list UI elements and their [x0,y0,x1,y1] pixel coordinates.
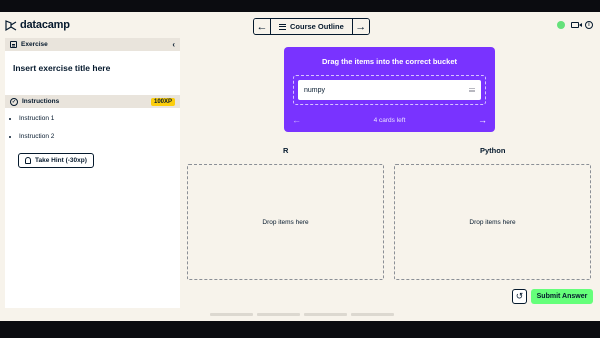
progress-segment [257,313,300,316]
bucket-r-dropzone[interactable]: Drop items here [187,164,384,280]
instruction-item: Instruction 2 [19,133,174,141]
dropzone-placeholder: Drop items here [469,218,516,226]
bottom-frame [0,321,600,338]
progress-segment [304,313,347,316]
cards-left-counter: 4 cards left [373,116,406,124]
bucket-label-r: R [283,146,289,155]
card-slot: numpy [293,75,486,105]
app-window: datacamp ← Course Outline → i Exercise ‹ [0,12,600,321]
arrow-left-icon: ← [256,20,268,33]
submit-answer-button[interactable]: Submit Answer [531,289,593,304]
logo[interactable]: datacamp [5,19,70,32]
xp-badge: 100XP [150,97,175,106]
lightbulb-icon [25,156,31,164]
hint-label: Take Hint (-30xp) [35,156,87,164]
top-header: datacamp ← Course Outline → i [0,12,600,40]
instructions-header: ✓ Instructions 100XP [5,95,180,108]
take-hint-button[interactable]: Take Hint (-30xp) [18,152,94,168]
exercise-label: Exercise [21,41,48,48]
exercise-title: Insert exercise title here [13,63,111,73]
check-circle-icon: ✓ [10,97,18,106]
video-icon[interactable] [571,22,582,28]
card-tray: Drag the items into the correct bucket n… [284,47,495,132]
instructions-label: Instructions [22,98,60,105]
logo-text: datacamp [20,19,70,31]
bucket-label-python: Python [480,146,506,155]
next-exercise-button[interactable]: → [351,19,369,34]
exercise-sidebar: Exercise ‹ Insert exercise title here ✓ … [5,38,180,308]
chevron-left-icon[interactable]: ‹ [172,40,175,49]
info-icon[interactable]: i [585,21,593,29]
next-card-button[interactable]: → [478,115,487,125]
course-outline-label: Course Outline [290,22,344,31]
tray-title: Drag the items into the correct bucket [321,57,458,66]
dropzone-placeholder: Drop items here [262,218,309,226]
card-text: numpy [304,86,326,94]
drag-handle-icon[interactable] [469,88,475,92]
course-outline-button[interactable]: Course Outline [271,19,352,34]
progress-segment [210,313,253,316]
header-actions: i [557,21,593,29]
progress-segment [351,313,394,316]
datacamp-logo-icon [5,19,17,32]
previous-card-button[interactable]: ← [292,115,301,125]
exercise-header: Exercise ‹ [5,38,180,51]
exercise-icon [10,41,17,48]
bucket-python-dropzone[interactable]: Drop items here [394,164,591,280]
instructions-list: Instruction 1 Instruction 2 [5,108,180,141]
reset-button[interactable]: ↺ [512,289,527,304]
instruction-item: Instruction 1 [19,115,174,123]
top-frame [0,0,600,12]
draggable-card[interactable]: numpy [298,80,481,100]
course-navigation: ← Course Outline → [253,18,370,35]
arrow-right-icon: → [355,20,367,33]
menu-icon [279,23,286,30]
tray-navigation: ← 4 cards left → [292,115,487,125]
status-indicator [557,21,565,29]
reset-icon: ↺ [515,291,524,301]
exercise-progress [210,313,394,316]
previous-exercise-button[interactable]: ← [254,19,271,34]
